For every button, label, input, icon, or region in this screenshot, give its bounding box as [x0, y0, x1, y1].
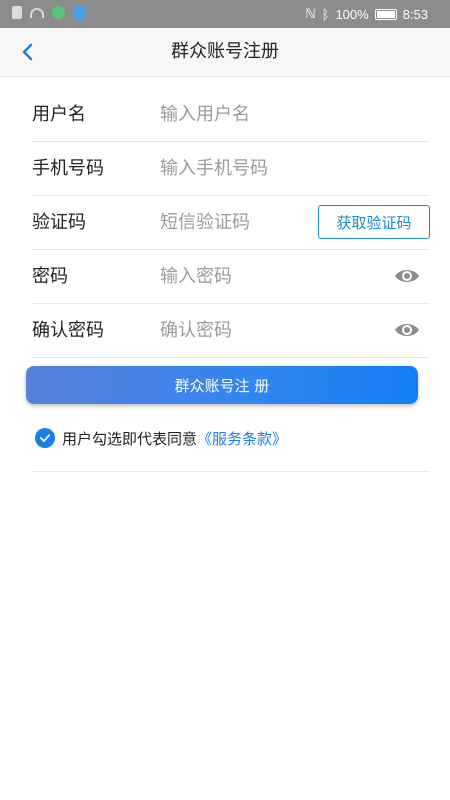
get-code-button[interactable]: 获取验证码 [318, 205, 430, 239]
show-confirm-password-button[interactable] [394, 320, 420, 340]
code-row: 验证码 获取验证码 [32, 196, 430, 250]
app-green-icon [52, 6, 65, 19]
agreement-checkbox[interactable] [35, 428, 55, 448]
register-button[interactable]: 群众账号注 册 [26, 366, 418, 404]
username-input[interactable] [160, 99, 360, 129]
battery-percent: 100% [335, 6, 369, 22]
eye-icon [395, 270, 419, 282]
page-title: 群众账号注册 [171, 41, 279, 62]
file-icon [12, 6, 22, 19]
phone-input[interactable] [160, 153, 360, 183]
sms-code-input[interactable] [160, 207, 310, 237]
password-row: 密码 [32, 250, 430, 304]
code-label: 验证码 [32, 212, 86, 233]
bluetooth-icon: ᛒ [321, 6, 330, 22]
battery-icon [374, 8, 397, 20]
back-button[interactable] [14, 38, 42, 66]
confirm-password-label: 确认密码 [32, 320, 104, 341]
agreement-row: 用户勾选即代表同意 《服务条款》 [35, 427, 287, 449]
chevron-left-icon [22, 43, 33, 61]
divider [32, 471, 430, 472]
password-input[interactable] [160, 261, 360, 291]
status-left-icons [12, 6, 86, 19]
confirm-password-row: 确认密码 [32, 304, 430, 358]
agreement-text: 用户勾选即代表同意 [62, 429, 198, 448]
username-row: 用户名 [32, 88, 430, 142]
confirm-password-input[interactable] [160, 315, 360, 345]
clock: 8:53 [402, 6, 428, 22]
status-bar: ℕ ᛒ 100% 8:53 [0, 0, 450, 28]
nav-bar: 群众账号注册 [0, 28, 450, 77]
check-icon [39, 434, 51, 442]
phone-label: 手机号码 [32, 158, 104, 179]
app-blue-icon [73, 6, 86, 19]
wifi-icon [30, 7, 44, 18]
phone-row: 手机号码 [32, 142, 430, 196]
show-password-button[interactable] [394, 266, 420, 286]
eye-icon [395, 324, 419, 336]
status-right-icons: ℕ ᛒ 100% 8:53 [305, 6, 428, 22]
terms-link[interactable]: 《服务条款》 [197, 428, 287, 449]
nfc-icon: ℕ [305, 6, 316, 21]
registration-form: 用户名 手机号码 验证码 获取验证码 密码 确认密码 [32, 88, 430, 358]
username-label: 用户名 [32, 104, 86, 125]
password-label: 密码 [32, 266, 68, 287]
